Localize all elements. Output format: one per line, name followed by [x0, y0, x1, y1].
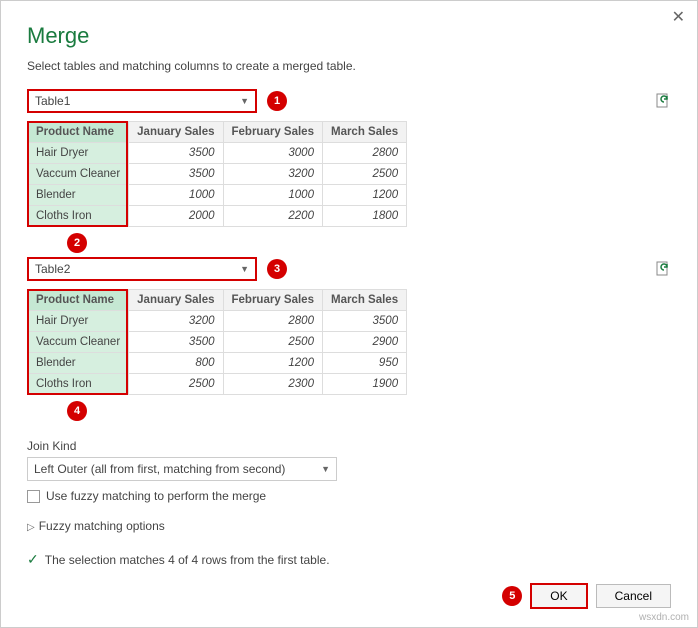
page-title: Merge: [27, 23, 671, 49]
join-kind-dropdown[interactable]: Left Outer (all from first, matching fro…: [27, 457, 337, 481]
match-status: The selection matches 4 of 4 rows from t…: [45, 553, 330, 567]
table2-header[interactable]: Product Name: [28, 290, 129, 311]
check-icon: ✓: [27, 551, 39, 568]
chevron-down-icon: ▼: [240, 264, 249, 274]
table2-header[interactable]: January Sales: [129, 290, 223, 311]
join-kind-selected: Left Outer (all from first, matching fro…: [34, 462, 285, 476]
fuzzy-checkbox-label: Use fuzzy matching to perform the merge: [46, 489, 266, 503]
table1-header[interactable]: March Sales: [322, 122, 406, 143]
table1-header[interactable]: Product Name: [28, 122, 129, 143]
refresh-icon[interactable]: [655, 261, 671, 277]
table-row: Blender8001200950: [28, 353, 407, 374]
chevron-down-icon: ▼: [240, 96, 249, 106]
table1-dropdown[interactable]: Table1 ▼: [27, 89, 257, 113]
watermark: wsxdn.com: [639, 612, 689, 623]
table1-header[interactable]: February Sales: [223, 122, 322, 143]
fuzzy-checkbox[interactable]: [27, 490, 40, 503]
table1-header[interactable]: January Sales: [129, 122, 223, 143]
close-icon[interactable]: ✕: [672, 7, 685, 27]
cancel-button[interactable]: Cancel: [596, 584, 671, 608]
table2-preview[interactable]: Product Name January Sales February Sale…: [27, 289, 407, 395]
table-row: Blender100010001200: [28, 185, 407, 206]
table-row: Vaccum Cleaner350032002500: [28, 164, 407, 185]
chevron-right-icon: ▷: [27, 522, 35, 533]
table1-selected: Table1: [35, 94, 70, 108]
table-row: Cloths Iron200022001800: [28, 206, 407, 227]
callout-5: 5: [502, 586, 522, 606]
callout-3: 3: [267, 259, 287, 279]
fuzzy-options-expander[interactable]: ▷Fuzzy matching options: [27, 519, 671, 533]
table2-header[interactable]: March Sales: [322, 290, 406, 311]
dialog-subtitle: Select tables and matching columns to cr…: [27, 59, 671, 73]
join-kind-label: Join Kind: [27, 439, 671, 453]
table2-selected: Table2: [35, 262, 70, 276]
table-row: Cloths Iron250023001900: [28, 374, 407, 395]
table2-header[interactable]: February Sales: [223, 290, 322, 311]
table-row: Hair Dryer320028003500: [28, 311, 407, 332]
callout-4: 4: [67, 401, 87, 421]
table-row: Vaccum Cleaner350025002900: [28, 332, 407, 353]
callout-2: 2: [67, 233, 87, 253]
table1-preview[interactable]: Product Name January Sales February Sale…: [27, 121, 407, 227]
chevron-down-icon: ▼: [321, 464, 330, 474]
table-row: Hair Dryer350030002800: [28, 143, 407, 164]
table2-dropdown[interactable]: Table2 ▼: [27, 257, 257, 281]
ok-button[interactable]: OK: [530, 583, 587, 609]
refresh-icon[interactable]: [655, 93, 671, 109]
callout-1: 1: [267, 91, 287, 111]
